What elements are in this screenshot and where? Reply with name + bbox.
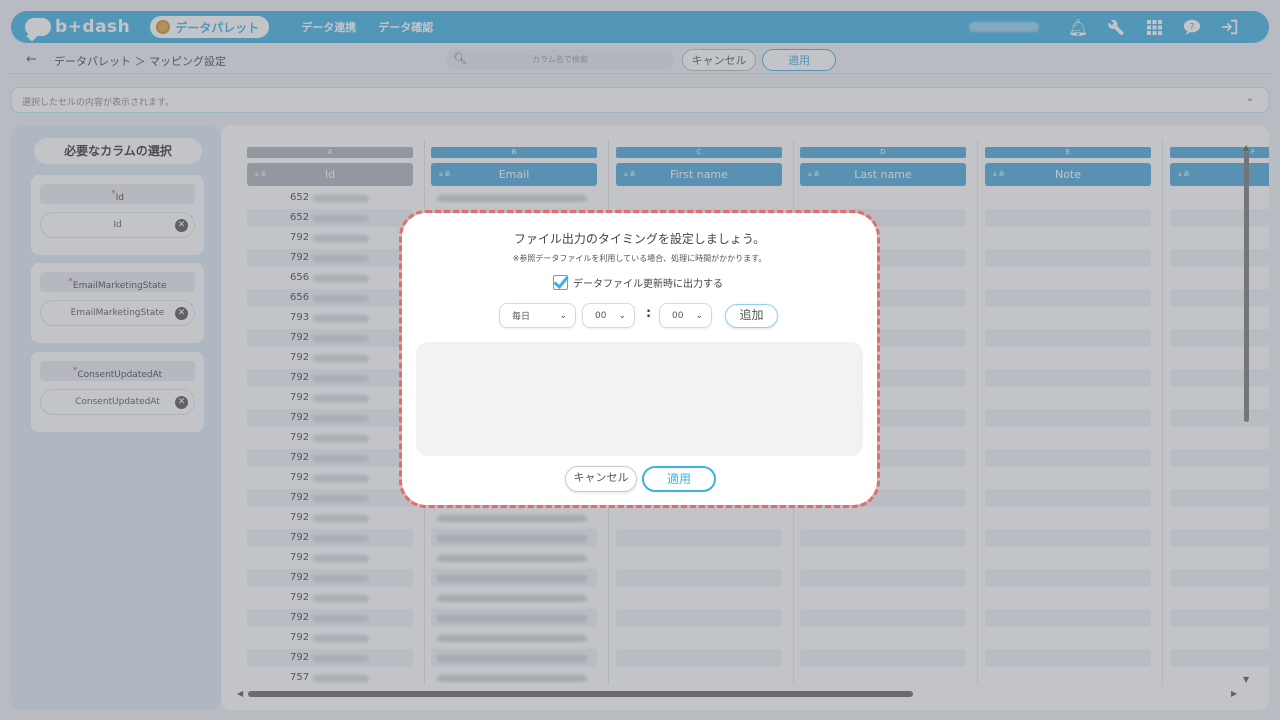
- checkbox-label: データファイル更新時に出力する: [573, 279, 723, 290]
- dialog-apply-button[interactable]: 適用: [642, 466, 716, 492]
- chevron-down-icon: ⌄: [695, 310, 703, 321]
- add-button[interactable]: 追加: [725, 304, 778, 328]
- schedule-list: [416, 342, 863, 456]
- chevron-down-icon: ⌄: [559, 310, 567, 321]
- output-on-update-checkbox[interactable]: データファイル更新時に出力する: [553, 275, 723, 290]
- time-separator: :: [646, 306, 652, 321]
- output-timing-dialog: ファイル出力のタイミングを設定しましょう。 ※参照データファイルを利用している場…: [399, 210, 880, 508]
- minute-value: 00: [672, 310, 684, 321]
- chevron-down-icon: ⌄: [618, 310, 626, 321]
- hour-value: 00: [595, 310, 607, 321]
- minute-select[interactable]: 00 ⌄: [659, 303, 712, 328]
- dialog-title: ファイル出力のタイミングを設定しましょう。: [513, 232, 766, 246]
- frequency-select[interactable]: 毎日 ⌄: [499, 303, 576, 328]
- frequency-value: 毎日: [512, 312, 531, 322]
- hour-select[interactable]: 00 ⌄: [582, 303, 635, 328]
- dialog-note: ※参照データファイルを利用している場合、処理に時間がかかります。: [512, 254, 767, 263]
- checkbox-checked-icon[interactable]: [553, 275, 568, 290]
- dialog-cancel-button[interactable]: キャンセル: [565, 466, 637, 492]
